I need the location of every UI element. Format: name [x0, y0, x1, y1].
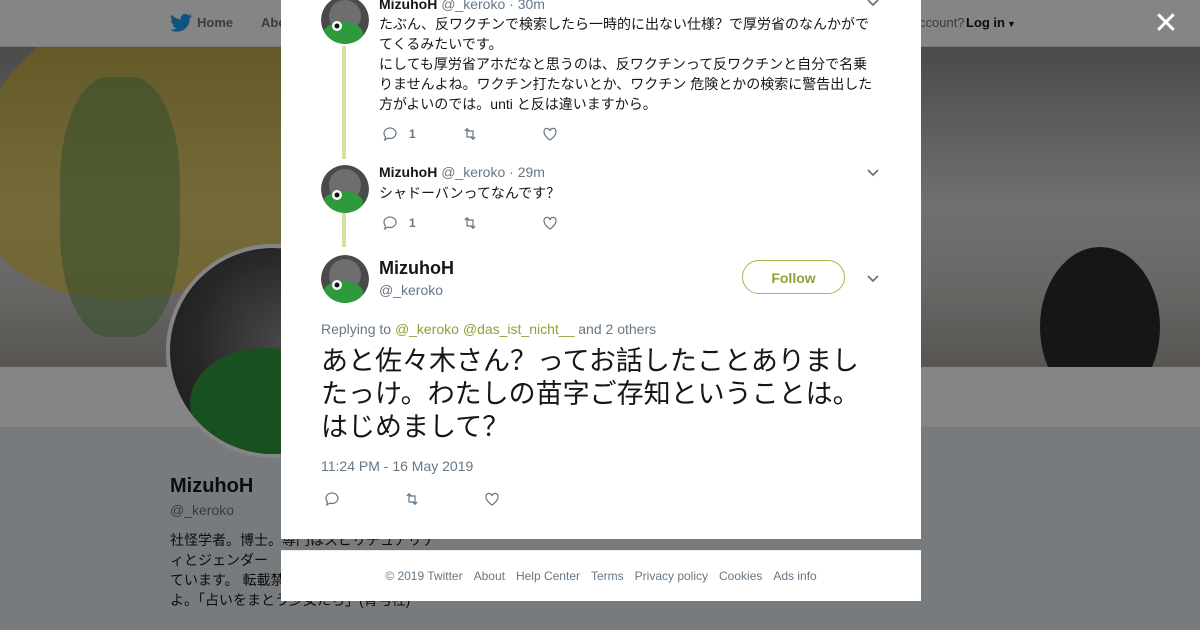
chevron-down-icon[interactable] — [865, 0, 881, 10]
avatar[interactable] — [321, 165, 369, 213]
replying-prefix: Replying to — [321, 321, 392, 337]
tweet-modal: MizuhoH @_keroko · 30m たぶん、反ワクチンで検索したら一時… — [281, 0, 921, 539]
avatar[interactable] — [321, 0, 369, 44]
footer-link-privacy[interactable]: Privacy policy — [635, 569, 708, 583]
reply-count: 1 — [409, 216, 416, 230]
retweet-button[interactable] — [461, 213, 479, 233]
retweet-button[interactable] — [461, 124, 479, 144]
tweet-author-name[interactable]: MizuhoH — [379, 0, 437, 12]
follow-button[interactable]: Follow — [742, 260, 845, 294]
footer-link-ads[interactable]: Ads info — [773, 569, 816, 583]
main-tweet-actions — [323, 489, 623, 511]
reply-button[interactable]: 1 — [381, 124, 416, 144]
main-author-name[interactable]: MizuhoH — [379, 258, 454, 279]
retweet-button[interactable] — [403, 489, 421, 509]
reply-button[interactable]: 1 — [381, 213, 416, 233]
thread-line — [342, 213, 346, 247]
reply-count: 1 — [409, 127, 416, 141]
avatar[interactable] — [321, 255, 369, 303]
like-button[interactable] — [541, 213, 559, 233]
main-tweet-header: MizuhoH @_keroko Follow — [281, 254, 921, 314]
tweet-timestamp[interactable]: 11:24 PM - 16 May 2019 — [321, 458, 473, 474]
reply-button[interactable] — [323, 489, 341, 509]
tweet-text: シャドーバンってなんです？ — [379, 185, 561, 201]
tweet-author-name[interactable]: MizuhoH — [379, 164, 437, 180]
main-tweet-text: あと佐々木さん？ってお話したことありましたっけ。わたしの苗字ご存知ということは。… — [321, 346, 860, 443]
replying-others[interactable]: and 2 others — [578, 321, 656, 337]
tweet-header: MizuhoH @_keroko · 29m — [379, 164, 545, 180]
tweet-text: たぶん、反ワクチンで検索したら一時的に出ない仕様？で厚労省のなんかがでてくるみた… — [379, 16, 873, 112]
footer-link-cookies[interactable]: Cookies — [719, 569, 762, 583]
footer-copyright: © 2019 Twitter — [385, 569, 463, 583]
tweet-time[interactable]: · 30m — [509, 0, 545, 12]
tweet-author-handle[interactable]: @_keroko — [441, 0, 505, 12]
footer-link-help[interactable]: Help Center — [516, 569, 580, 583]
like-button[interactable] — [483, 489, 501, 509]
footer-link-terms[interactable]: Terms — [591, 569, 624, 583]
mention-link[interactable]: @_keroko — [395, 321, 459, 337]
tweet-actions: 1 — [381, 124, 681, 146]
thread-line — [342, 46, 346, 159]
tweet-time[interactable]: · 29m — [509, 164, 545, 180]
tweet-author-handle[interactable]: @_keroko — [441, 164, 505, 180]
chevron-down-icon[interactable] — [865, 164, 881, 180]
footer-link-about[interactable]: About — [474, 569, 505, 583]
close-icon[interactable]: ✕ — [1150, 8, 1182, 40]
tweet-actions: 1 — [381, 213, 681, 235]
replying-to: Replying to @_keroko @das_ist_nicht__ an… — [321, 321, 656, 337]
like-button[interactable] — [541, 124, 559, 144]
mention-link[interactable]: @das_ist_nicht__ — [463, 321, 575, 337]
modal-footer: © 2019 Twitter About Help Center Terms P… — [281, 550, 921, 601]
tweet-header: MizuhoH @_keroko · 30m — [379, 0, 545, 12]
main-author-handle[interactable]: @_keroko — [379, 282, 443, 298]
chevron-down-icon[interactable] — [865, 270, 881, 286]
